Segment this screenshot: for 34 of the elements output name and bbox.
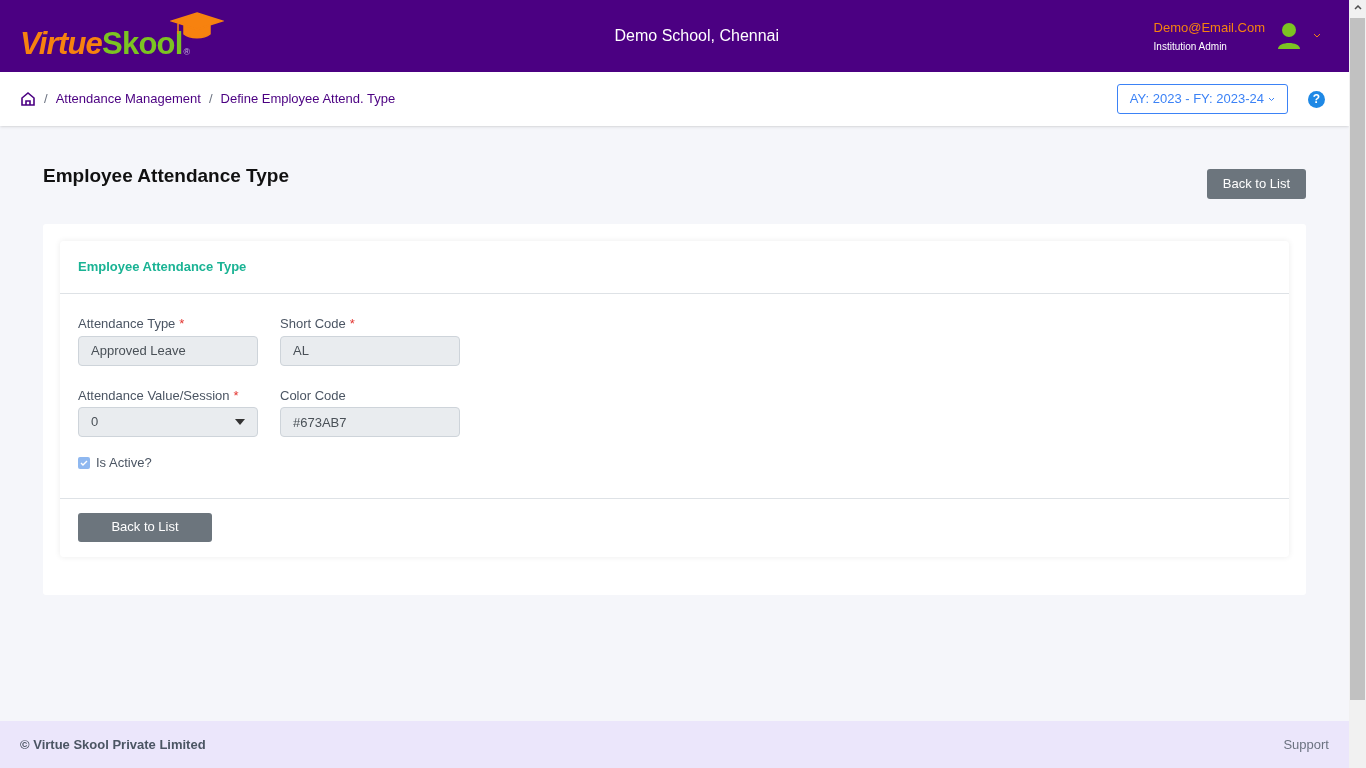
card-title: Employee Attendance Type <box>78 258 247 277</box>
caret-icon <box>235 419 245 425</box>
breadcrumb-separator: / <box>44 90 48 109</box>
back-to-list-button[interactable]: Back to List <box>1206 169 1306 199</box>
back-to-list-button[interactable]: Back to List <box>78 512 212 542</box>
field-label: Attendance Value/Session <box>78 386 230 405</box>
help-button[interactable]: ? <box>1308 90 1325 108</box>
scrollbar[interactable] <box>1349 0 1366 768</box>
year-selector[interactable]: AY: 2023 - FY: 2023-24 <box>1116 84 1288 114</box>
required-mark: * <box>179 315 185 333</box>
scrollbar-thumb[interactable] <box>1350 18 1365 700</box>
breadcrumb-link[interactable]: Attendance Management <box>55 89 201 109</box>
school-name: Demo School, Chennai <box>614 26 780 46</box>
chevron-down-icon <box>1268 96 1275 102</box>
required-mark: * <box>233 386 239 405</box>
check-icon <box>80 459 88 466</box>
field-label: Attendance Type <box>78 315 176 333</box>
breadcrumb-link[interactable]: Define Employee Attend. Type <box>220 89 396 109</box>
home-icon[interactable] <box>20 91 36 107</box>
breadcrumb-separator: / <box>208 90 213 109</box>
copyright-text: © Virtue Skool Private Limited <box>20 735 206 754</box>
checkbox-label: Is Active? <box>96 454 152 472</box>
user-email: Demo@Email.Com <box>1153 18 1265 37</box>
page-title: Employee Attendance Type <box>43 163 289 188</box>
required-mark: * <box>349 315 355 333</box>
chevron-down-icon[interactable] <box>1313 33 1321 39</box>
support-link[interactable]: Support <box>1283 734 1329 755</box>
user-role: Institution Admin <box>1153 40 1228 55</box>
field-label: Color Code <box>280 386 346 405</box>
avatar-icon[interactable] <box>1277 22 1301 50</box>
select-value: 0 <box>91 413 99 432</box>
field-label: Short Code <box>280 315 346 333</box>
logo[interactable]: VirtueSkool® <box>20 13 240 59</box>
scroll-up-icon[interactable] <box>1353 5 1362 10</box>
